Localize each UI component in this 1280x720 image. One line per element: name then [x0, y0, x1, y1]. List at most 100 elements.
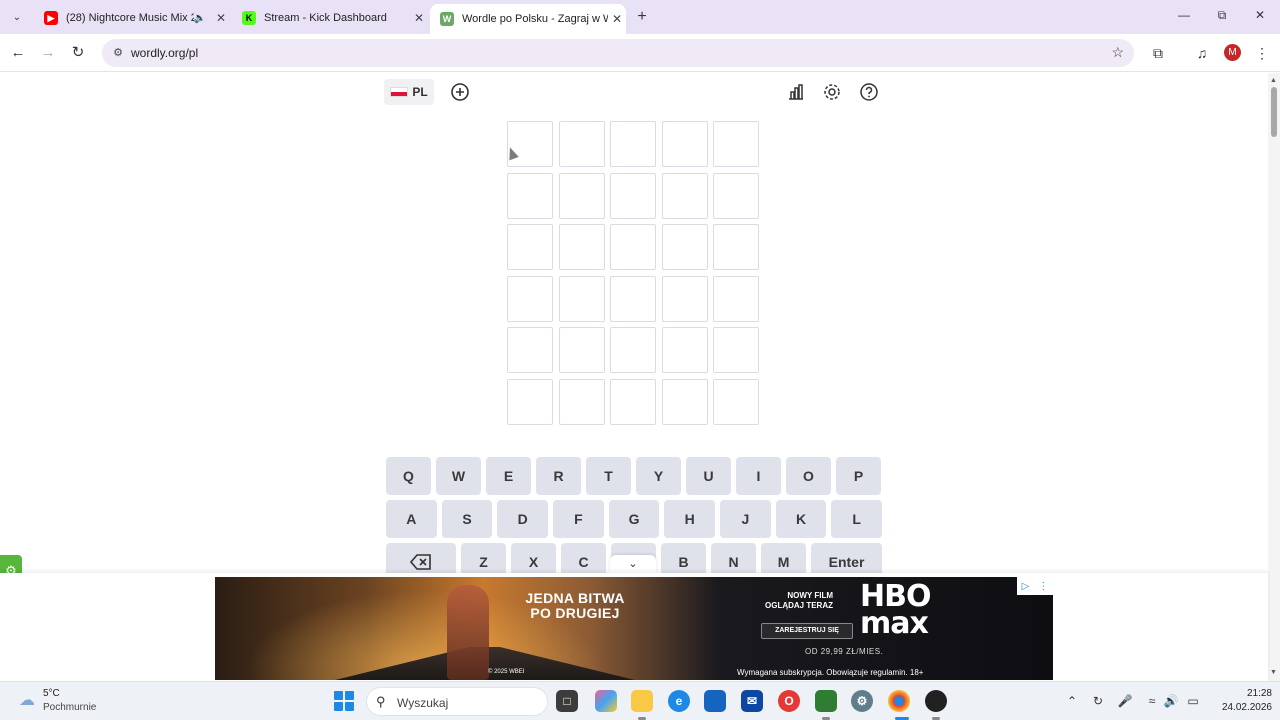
tab-youtube[interactable]: ▶ (28) Nightcore Music Mix 20 🔈 ✕	[34, 4, 230, 32]
microphone-icon[interactable]: 🎤	[1117, 693, 1133, 709]
key-a[interactable]: A	[386, 500, 437, 538]
letter-tile	[713, 275, 759, 322]
letter-tile	[558, 121, 605, 167]
minimize-icon[interactable]: —	[1172, 8, 1196, 22]
scroll-thumb[interactable]	[1271, 87, 1277, 137]
speaker-icon[interactable]: 🔈	[194, 13, 206, 24]
key-k[interactable]: K	[775, 500, 827, 538]
key-u[interactable]: U	[686, 457, 731, 495]
ad-new-film-text: NOWY FILM OGLĄDAJ TERAZ	[765, 591, 833, 610]
logo-line-2: max	[860, 606, 929, 641]
language-label: PL	[412, 85, 428, 99]
windows-start-icon[interactable]	[334, 691, 354, 711]
scroll-up-icon[interactable]: ▲	[1270, 77, 1277, 84]
url-text[interactable]: wordly.org/pl	[131, 46, 198, 60]
add-circle-icon[interactable]	[449, 81, 471, 103]
key-q[interactable]: Q	[386, 457, 431, 495]
close-tab-icon[interactable]: ✕	[212, 11, 230, 25]
menu-kebab-icon[interactable]: ⋮	[1252, 43, 1272, 63]
letter-tile	[610, 275, 656, 322]
statistics-icon[interactable]	[785, 81, 807, 103]
forward-icon[interactable]: →	[38, 43, 58, 63]
collapse-ad-chevron-icon[interactable]: ⌄	[610, 555, 656, 573]
site-info-icon[interactable]: ⚙	[110, 45, 126, 61]
key-g[interactable]: G	[608, 500, 660, 538]
file-explorer-icon[interactable]	[631, 690, 653, 712]
key-i[interactable]: I	[736, 457, 781, 495]
key-r[interactable]: R	[536, 457, 581, 495]
back-icon[interactable]: ←	[8, 43, 28, 63]
backspace-icon	[410, 554, 431, 570]
letter-tile	[507, 224, 553, 270]
app-with-badge-icon[interactable]	[925, 690, 947, 712]
key-t[interactable]: T	[586, 457, 631, 495]
tab-title: (28) Nightcore Music Mix 20	[66, 12, 194, 24]
key-s[interactable]: S	[441, 500, 493, 538]
tab-search-chevron-icon[interactable]: ⌄	[6, 7, 28, 27]
letter-tile	[610, 224, 656, 270]
profile-avatar[interactable]: M	[1224, 44, 1241, 61]
battery-icon[interactable]: ▭	[1185, 693, 1201, 709]
minecraft-icon[interactable]	[815, 690, 837, 712]
letter-tile	[507, 327, 553, 373]
key-p[interactable]: P	[836, 457, 881, 495]
close-tab-icon[interactable]: ✕	[608, 12, 626, 26]
extensions-icon[interactable]: ⧉	[1148, 43, 1168, 63]
key-h[interactable]: H	[664, 500, 716, 538]
key-o[interactable]: O	[786, 457, 831, 495]
ad-container: JEDNA BITWA PO DRUGIEJ © 2025 WBEI NOWY …	[0, 573, 1268, 681]
key-j[interactable]: J	[720, 500, 771, 538]
board-row	[507, 224, 763, 270]
wordle-board	[507, 121, 763, 430]
language-button[interactable]: PL	[384, 79, 434, 105]
key-l[interactable]: L	[831, 500, 883, 538]
address-bar[interactable]: ⚙ wordly.org/pl ☆	[102, 39, 1134, 67]
mail-icon[interactable]: ✉	[741, 690, 763, 712]
board-row	[507, 172, 763, 219]
tab-wordle[interactable]: W Wordle po Polsku - Zagraj w W ✕	[430, 4, 626, 34]
ad-signup-button[interactable]: ZAREJESTRUJ SIĘ	[761, 623, 853, 639]
media-control-icon[interactable]: ♫	[1192, 43, 1212, 63]
page-scrollbar[interactable]: ▲ ▼	[1268, 73, 1280, 681]
cloud-weather-icon[interactable]: ☁	[16, 690, 38, 712]
edge-browser-icon[interactable]: e	[668, 690, 690, 712]
youtube-icon: ▶	[44, 11, 58, 25]
ad-options-kebab-icon[interactable]: ⋮	[1038, 581, 1048, 592]
volume-icon[interactable]: 🔊	[1163, 693, 1179, 709]
wifi-icon[interactable]: ≈	[1144, 693, 1160, 709]
show-hidden-icons-chevron-icon[interactable]: ⌃	[1064, 693, 1080, 709]
copilot-icon[interactable]	[595, 690, 617, 712]
sync-icon[interactable]: ↻	[1090, 693, 1106, 709]
bookmark-star-icon[interactable]: ☆	[1111, 44, 1124, 61]
scroll-down-icon[interactable]: ▼	[1270, 669, 1277, 676]
clock-time[interactable]: 21:28	[1232, 688, 1272, 699]
ad-choices[interactable]: ▷ ⋮	[1017, 577, 1053, 595]
key-y[interactable]: Y	[636, 457, 681, 495]
help-question-icon[interactable]	[858, 81, 880, 103]
reload-icon[interactable]: ↻	[68, 43, 88, 63]
close-tab-icon[interactable]: ✕	[410, 11, 428, 25]
restore-icon[interactable]: ⧉	[1210, 8, 1234, 23]
letter-tile	[610, 378, 656, 425]
new-tab-button[interactable]: +	[632, 7, 652, 27]
weather-description[interactable]: Pochmurnie	[43, 702, 96, 713]
task-view-icon[interactable]: □	[556, 690, 578, 712]
microsoft-store-icon[interactable]	[704, 690, 726, 712]
letter-tile	[610, 172, 656, 219]
tab-kick[interactable]: K Stream - Kick Dashboard ✕	[232, 4, 428, 32]
close-window-icon[interactable]: ✕	[1248, 8, 1272, 22]
key-f[interactable]: F	[553, 500, 604, 538]
taskbar-search[interactable]: ⚲ Wyszukaj	[366, 687, 548, 716]
wordle-page: PL QWERTYUIOP ASDFGHJKL ZXCVBNM Enter ⌄ …	[0, 73, 1268, 587]
key-w[interactable]: W	[436, 457, 481, 495]
chrome-browser-icon[interactable]	[888, 690, 910, 712]
clock-date[interactable]: 24.02.2026	[1212, 702, 1272, 713]
settings-app-icon[interactable]: ⚙	[851, 690, 873, 712]
key-e[interactable]: E	[486, 457, 531, 495]
key-d[interactable]: D	[497, 500, 549, 538]
adchoices-icon[interactable]: ▷	[1022, 581, 1030, 592]
weather-temperature[interactable]: 5°C	[43, 688, 60, 699]
hbo-max-ad-banner[interactable]: JEDNA BITWA PO DRUGIEJ © 2025 WBEI NOWY …	[215, 577, 1053, 680]
opera-browser-icon[interactable]: O	[778, 690, 800, 712]
settings-gear-icon[interactable]	[821, 81, 843, 103]
